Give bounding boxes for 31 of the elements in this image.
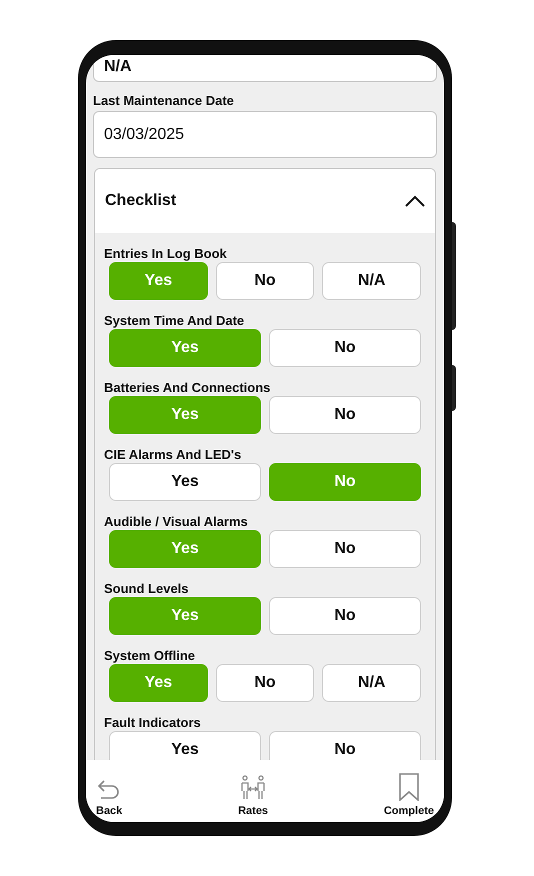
question-label: System Offline — [104, 648, 196, 664]
question-label: Sound Levels — [104, 581, 190, 597]
option-button[interactable]: No — [269, 329, 421, 367]
question-label: Fault Indicators — [104, 715, 202, 731]
people-exchange-icon — [239, 775, 268, 801]
question-label: System Time And Date — [104, 313, 246, 329]
option-button[interactable]: N/A — [322, 262, 422, 300]
bookmark-icon — [398, 773, 420, 801]
option-button[interactable]: No — [269, 731, 421, 760]
option-button[interactable]: No — [269, 597, 421, 635]
option-button[interactable]: No — [269, 530, 421, 568]
question-label: CIE Alarms And LED's — [104, 447, 242, 463]
nav-button[interactable]: Rates — [236, 775, 270, 818]
text-field[interactable]: N/A — [93, 55, 437, 82]
question-label: Batteries And Connections — [104, 380, 272, 396]
date-field[interactable]: 03/03/2025 — [93, 111, 437, 158]
nav-button[interactable]: Complete — [382, 773, 436, 818]
option-button[interactable]: N/A — [322, 664, 422, 702]
field-label: Last Maintenance Date — [93, 93, 235, 109]
checklist-header[interactable]: Checklist — [95, 169, 435, 233]
nav-button[interactable]: Back — [94, 779, 124, 818]
back-arrow-icon — [97, 779, 122, 801]
option-button[interactable]: No — [216, 262, 314, 300]
chevron-up-icon — [405, 195, 425, 207]
option-button[interactable]: No — [216, 664, 314, 702]
question-label: Audible / Visual Alarms — [104, 514, 249, 530]
option-button[interactable]: No — [269, 396, 421, 434]
option-button[interactable]: Yes — [109, 731, 261, 760]
option-button[interactable]: Yes — [109, 463, 261, 501]
question-label: Entries In Log Book — [104, 246, 228, 262]
checklist-title: Checklist — [105, 191, 176, 211]
